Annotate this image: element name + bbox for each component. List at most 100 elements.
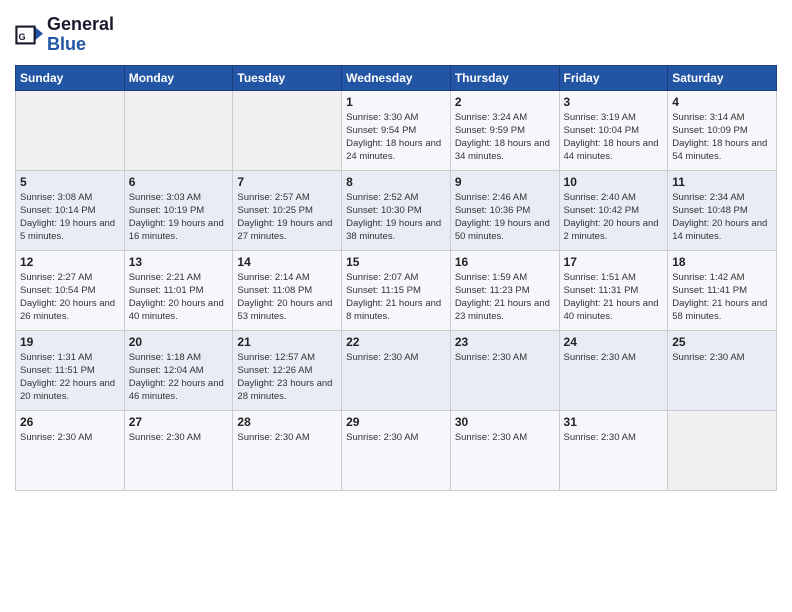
calendar-cell: 26 Sunrise: 2:30 AM [16,410,125,490]
day-number: 26 [20,415,120,429]
calendar-cell: 30Sunrise: 2:30 AM [450,410,559,490]
calendar-cell: 25 Sunrise: 2:30 AM [668,330,777,410]
day-number: 6 [129,175,229,189]
day-number: 14 [237,255,337,269]
day-number: 29 [346,415,446,429]
day-info: Sunrise: 2:40 AM Sunset: 10:42 PM Daylig… [564,191,664,244]
day-info: Sunrise: 3:03 AM Sunset: 10:19 PM Daylig… [129,191,229,244]
day-info: Sunrise: 1:59 AM Sunset: 11:23 PM Daylig… [455,271,555,324]
calendar-cell: 3 Sunrise: 3:19 AM Sunset: 10:04 PM Dayli… [559,90,668,170]
weekday-header-sunday: Sunday [16,65,125,90]
calendar-cell: 21 Sunrise: 12:57 AM Sunset: 12:26 AM Day… [233,330,342,410]
day-info: Sunrise: 1:51 AM Sunset: 11:31 PM Daylig… [564,271,664,324]
day-number: 27 [129,415,229,429]
day-info: Sunrise: 2:30 AM [129,431,229,444]
calendar-cell: 20 Sunrise: 1:18 AM Sunset: 12:04 AM Dayl… [124,330,233,410]
day-info: Sunrise: 2:30 AM [20,431,120,444]
day-info: Sunrise: 1:42 AM Sunset: 11:41 PM Daylig… [672,271,772,324]
calendar-cell: 28 Sunrise: 2:30 AM [233,410,342,490]
calendar-cell: 1 Sunrise: 3:30 AM Sunset: 9:54 PM Daylig… [342,90,451,170]
svg-text:G: G [19,32,26,42]
calendar-table: SundayMondayTuesdayWednesdayThursdayFrid… [15,65,777,491]
calendar-cell: 17 Sunrise: 1:51 AM Sunset: 11:31 PM Dayl… [559,250,668,330]
day-info: Sunrise: 2:30 AM [346,431,446,444]
calendar-cell [16,90,125,170]
day-info: Sunrise: 3:24 AM Sunset: 9:59 PM Dayligh… [455,111,555,164]
day-number: 25 [672,335,772,349]
day-number: 28 [237,415,337,429]
calendar-week-row: 26 Sunrise: 2:30 AM 27 Sunrise: 2:30 AM 28 Su… [16,410,777,490]
weekday-header-wednesday: Wednesday [342,65,451,90]
calendar-cell: 22 Sunrise: 2:30 AM [342,330,451,410]
day-info: Sunrise: 2:30 AM [237,431,337,444]
day-number: 11 [672,175,772,189]
calendar-cell: 14Sunrise: 2:14 AM Sunset: 11:08 PM Dayl… [233,250,342,330]
day-number: 21 [237,335,337,349]
day-number: 3 [564,95,664,109]
logo-blue-text: Blue [47,35,114,55]
day-number: 12 [20,255,120,269]
calendar-cell: 4 Sunrise: 3:14 AM Sunset: 10:09 PM Dayli… [668,90,777,170]
calendar-cell: 12 Sunrise: 2:27 AM Sunset: 10:54 PM Dayl… [16,250,125,330]
day-info: Sunrise: 3:14 AM Sunset: 10:09 PM Daylig… [672,111,772,164]
calendar-cell: 15Sunrise: 2:07 AM Sunset: 11:15 PM Dayl… [342,250,451,330]
day-number: 24 [564,335,664,349]
calendar-cell: 6 Sunrise: 3:03 AM Sunset: 10:19 PM Dayli… [124,170,233,250]
day-number: 8 [346,175,446,189]
calendar-week-row: 1 Sunrise: 3:30 AM Sunset: 9:54 PM Daylig… [16,90,777,170]
calendar-week-row: 19 Sunrise: 1:31 AM Sunset: 11:51 PM Dayl… [16,330,777,410]
day-info: Sunrise: 3:08 AM Sunset: 10:14 PM Daylig… [20,191,120,244]
day-info: Sunrise: 2:30 AM [564,351,664,364]
day-info: Sunrise: 2:30 AM [672,351,772,364]
day-number: 13 [129,255,229,269]
calendar-cell: 27 Sunrise: 2:30 AM [124,410,233,490]
weekday-header-tuesday: Tuesday [233,65,342,90]
day-info: Sunrise: 12:57 AM Sunset: 12:26 AM Dayli… [237,351,337,404]
weekday-header-row: SundayMondayTuesdayWednesdayThursdayFrid… [16,65,777,90]
day-number: 4 [672,95,772,109]
day-number: 16 [455,255,555,269]
day-number: 1 [346,95,446,109]
day-info: Sunrise: 2:46 AM Sunset: 10:36 PM Daylig… [455,191,555,244]
calendar-cell: 19 Sunrise: 1:31 AM Sunset: 11:51 PM Dayl… [16,330,125,410]
calendar-cell: 29 Sunrise: 2:30 AM [342,410,451,490]
day-number: 19 [20,335,120,349]
weekday-header-monday: Monday [124,65,233,90]
logo-icon: G [15,21,43,49]
calendar-week-row: 5 Sunrise: 3:08 AM Sunset: 10:14 PM Dayli… [16,170,777,250]
calendar-cell [668,410,777,490]
calendar-cell: 11 Sunrise: 2:34 AM Sunset: 10:48 PM Dayl… [668,170,777,250]
day-number: 20 [129,335,229,349]
day-info: Sunrise: 1:31 AM Sunset: 11:51 PM Daylig… [20,351,120,404]
day-number: 22 [346,335,446,349]
day-info: Sunrise: 2:34 AM Sunset: 10:48 PM Daylig… [672,191,772,244]
weekday-header-thursday: Thursday [450,65,559,90]
calendar-cell [233,90,342,170]
day-number: 17 [564,255,664,269]
day-info: Sunrise: 2:30 AM [455,351,555,364]
day-info: Sunrise: 3:30 AM Sunset: 9:54 PM Dayligh… [346,111,446,164]
calendar-cell: 18Sunrise: 1:42 AM Sunset: 11:41 PM Dayl… [668,250,777,330]
calendar-cell: 7Sunrise: 2:57 AM Sunset: 10:25 PM Dayli… [233,170,342,250]
day-number: 10 [564,175,664,189]
calendar-cell: 31Sunrise: 2:30 AM [559,410,668,490]
calendar-cell: 13 Sunrise: 2:21 AM Sunset: 11:01 PM Dayl… [124,250,233,330]
calendar-cell: 23 Sunrise: 2:30 AM [450,330,559,410]
day-info: Sunrise: 3:19 AM Sunset: 10:04 PM Daylig… [564,111,664,164]
calendar-cell: 10 Sunrise: 2:40 AM Sunset: 10:42 PM Dayl… [559,170,668,250]
day-info: Sunrise: 2:52 AM Sunset: 10:30 PM Daylig… [346,191,446,244]
day-info: Sunrise: 2:30 AM [346,351,446,364]
day-info: Sunrise: 2:30 AM [564,431,664,444]
weekday-header-saturday: Saturday [668,65,777,90]
day-number: 23 [455,335,555,349]
day-info: Sunrise: 2:27 AM Sunset: 10:54 PM Daylig… [20,271,120,324]
day-number: 15 [346,255,446,269]
day-info: Sunrise: 2:21 AM Sunset: 11:01 PM Daylig… [129,271,229,324]
day-info: Sunrise: 1:18 AM Sunset: 12:04 AM Daylig… [129,351,229,404]
day-number: 30 [455,415,555,429]
calendar-cell: 24 Sunrise: 2:30 AM [559,330,668,410]
calendar-cell: 5 Sunrise: 3:08 AM Sunset: 10:14 PM Dayli… [16,170,125,250]
page-header: G General Blue [15,15,777,55]
day-number: 5 [20,175,120,189]
logo-text: General [47,15,114,35]
